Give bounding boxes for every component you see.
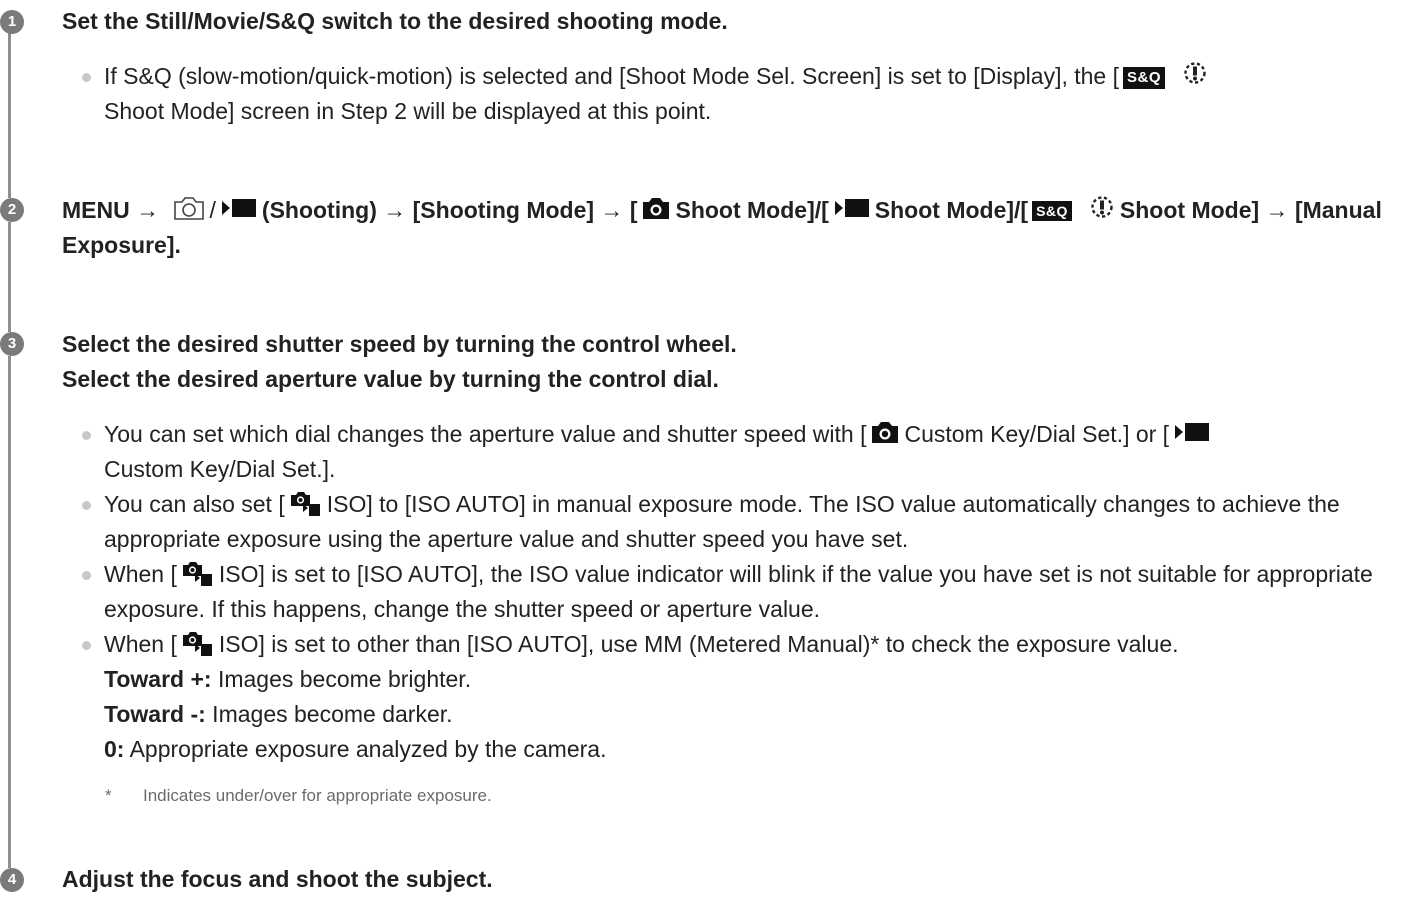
step-rail-2: [8, 222, 11, 332]
camera-icon: [643, 198, 670, 219]
movie-camera-icon: [1175, 423, 1210, 441]
step-4-title: Adjust the focus and shoot the subject.: [62, 866, 493, 892]
manual-exposure-help-page: 1 Set the Still/Movie/S&Q switch to the …: [0, 0, 1410, 903]
movie-camera-icon: [834, 199, 869, 217]
list-item: When [ISO] is set to other than [ISO AUT…: [82, 627, 1404, 662]
list-item: If S&Q (slow-motion/quick-motion) is sel…: [82, 59, 1404, 129]
exposure-guide-item: 0: Appropriate exposure analyzed by the …: [104, 736, 607, 762]
camera-icon: [872, 422, 899, 443]
iso-icon: [182, 632, 212, 656]
camera-outline-icon: [173, 197, 204, 220]
step-rail-1: [8, 22, 11, 198]
step-rail-3: [8, 356, 11, 868]
step-number-4: 4: [0, 868, 24, 892]
sq-icon: S&Q: [1123, 67, 1166, 89]
list-item: You can also set [ISO] to [ISO AUTO] in …: [82, 487, 1404, 557]
step-number-3: 3: [0, 332, 24, 356]
dial-icon: [1184, 62, 1206, 84]
exposure-guide-item: Toward +: Images become brighter.: [104, 666, 472, 692]
movie-camera-icon: [221, 199, 256, 217]
step-1-title: Set the Still/Movie/S&Q switch to the de…: [62, 8, 728, 34]
exposure-guide-item: Toward -: Images become darker.: [104, 701, 453, 727]
footnote-marker: *: [105, 786, 112, 805]
dial-icon: [1091, 196, 1113, 218]
sq-icon: S&Q: [1032, 201, 1072, 221]
step-number-2: 2: [0, 198, 24, 222]
step-number-1: 1: [0, 10, 24, 34]
step-2-title: MENU → / (Shooting) → [Shooting Mode] → […: [62, 193, 1392, 263]
step-3-title: Select the desired shutter speed by turn…: [62, 331, 737, 392]
step-1-notes: If S&Q (slow-motion/quick-motion) is sel…: [82, 59, 1404, 129]
iso-icon: [290, 492, 320, 516]
list-item: When [ISO] is set to [ISO AUTO], the ISO…: [82, 557, 1404, 627]
step-3-notes: You can set which dial changes the apert…: [82, 417, 1404, 767]
list-item: You can set which dial changes the apert…: [82, 417, 1404, 487]
footnote: * Indicates under/over for appropriate e…: [105, 784, 1343, 808]
iso-icon: [182, 562, 212, 586]
